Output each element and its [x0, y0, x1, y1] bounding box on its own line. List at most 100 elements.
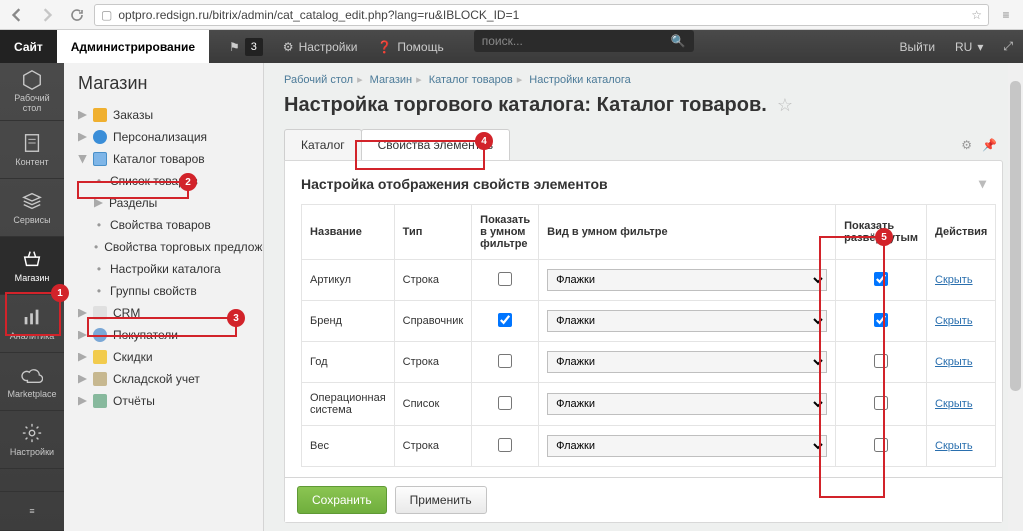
hide-link[interactable]: Скрыть — [935, 356, 973, 368]
tree-node[interactable]: Каталог товаров — [64, 148, 263, 170]
hide-link[interactable]: Скрыть — [935, 315, 973, 327]
cell-name: Вес — [302, 426, 395, 467]
settings-gear-icon[interactable]: ⚙ — [961, 138, 972, 152]
nav-analytics[interactable]: Аналитика — [0, 295, 64, 353]
hamburger-icon: ≡ — [29, 506, 34, 516]
hide-link[interactable]: Скрыть — [935, 398, 973, 410]
apply-button[interactable]: Применить — [395, 486, 487, 514]
chevron-down-icon[interactable]: ▾ — [979, 175, 986, 192]
crumb[interactable]: Каталог товаров — [429, 74, 513, 86]
nav-services[interactable]: Сервисы — [0, 179, 64, 237]
tabs: Каталог Свойства элементов ⚙ 📌 — [264, 129, 1023, 160]
tree-node[interactable]: Скидки — [64, 346, 263, 368]
tree-twisty-icon[interactable] — [78, 111, 87, 120]
folder-icon — [93, 328, 107, 342]
tree-node[interactable]: CRM — [64, 302, 263, 324]
tree-node[interactable]: •Группы свойств — [64, 280, 263, 302]
th-type: Тип — [394, 205, 472, 260]
cell-smartview: Флажки — [539, 342, 836, 383]
save-button[interactable]: Сохранить — [297, 486, 387, 514]
left-icon-bar: Рабочий стол Контент Сервисы Магазин Ана… — [0, 63, 64, 531]
nav-desktop[interactable]: Рабочий стол — [0, 63, 64, 121]
smartfilter-checkbox[interactable] — [498, 272, 512, 286]
tree-twisty-icon[interactable] — [78, 155, 87, 164]
folder-icon — [93, 108, 107, 122]
tree-twisty-icon[interactable] — [78, 331, 87, 340]
pin-icon[interactable]: 📌 — [982, 138, 997, 152]
tab-element-properties[interactable]: Свойства элементов — [361, 129, 511, 160]
notifications-button[interactable]: ⚑ 3 — [219, 30, 273, 63]
tree-node[interactable]: Заказы — [64, 104, 263, 126]
crumb[interactable]: Магазин — [370, 74, 412, 86]
expanded-checkbox[interactable] — [874, 354, 888, 368]
tree-twisty-icon[interactable] — [78, 397, 87, 406]
help-icon: ❓ — [377, 40, 392, 54]
search-placeholder: поиск... — [482, 34, 523, 48]
nav-marketplace[interactable]: Marketplace — [0, 353, 64, 411]
tree-twisty-icon[interactable] — [94, 199, 103, 208]
tree-node[interactable]: Персонализация — [64, 126, 263, 148]
expanded-checkbox[interactable] — [874, 396, 888, 410]
tree-node[interactable]: Отчёты — [64, 390, 263, 412]
nav-shop[interactable]: Магазин — [0, 237, 64, 295]
crumb[interactable]: Рабочий стол — [284, 74, 353, 86]
tree-node[interactable]: •Список товаров — [64, 170, 263, 192]
folder-icon — [93, 152, 107, 166]
nav-settings[interactable]: Настройки — [0, 411, 64, 469]
smartfilter-checkbox[interactable] — [498, 438, 512, 452]
maximize-icon[interactable]: ⤢ — [993, 39, 1023, 54]
smartfilter-view-select[interactable]: Флажки — [547, 351, 827, 373]
tree-node[interactable]: •Настройки каталога — [64, 258, 263, 280]
url-text: optpro.redsign.ru/bitrix/admin/cat_catal… — [118, 8, 519, 22]
tree-twisty-icon[interactable] — [78, 309, 87, 318]
smartfilter-view-select[interactable]: Флажки — [547, 435, 827, 457]
favorite-star-icon[interactable]: ☆ — [777, 95, 793, 116]
site-button[interactable]: Сайт — [0, 30, 57, 63]
tree-node[interactable]: Покупатели — [64, 324, 263, 346]
hide-link[interactable]: Скрыть — [935, 274, 973, 286]
collapse-leftbar[interactable]: ≡ — [0, 491, 64, 531]
panel: Настройка отображения свойств элементов … — [284, 160, 1003, 523]
vertical-scrollbar[interactable] — [1008, 63, 1023, 531]
table-row: АртикулСтрокаФлажкиСкрыть — [302, 260, 996, 301]
tree-node[interactable]: Складской учет — [64, 368, 263, 390]
tree-twisty-icon[interactable] — [78, 133, 87, 142]
bookmark-star-icon[interactable]: ☆ — [971, 8, 982, 22]
tree-twisty-icon[interactable] — [78, 375, 87, 384]
crumb[interactable]: Настройки каталога — [529, 74, 631, 86]
global-search[interactable]: поиск... 🔍 — [474, 30, 694, 52]
settings-link[interactable]: ⚙ Настройки — [273, 30, 368, 63]
th-name: Название — [302, 205, 395, 260]
nav-content[interactable]: Контент — [0, 121, 64, 179]
smartfilter-checkbox[interactable] — [498, 313, 512, 327]
expanded-checkbox[interactable] — [874, 272, 888, 286]
browser-menu-icon[interactable]: ≡ — [993, 3, 1019, 27]
tree-node[interactable]: •Свойства товаров — [64, 214, 263, 236]
admin-tab[interactable]: Администрирование — [57, 30, 209, 63]
th-smartshow: Показать в умном фильтре — [472, 205, 539, 260]
smartfilter-checkbox[interactable] — [498, 354, 512, 368]
tree-label: Настройки каталога — [110, 262, 221, 276]
chart-icon — [21, 306, 43, 328]
forward-button[interactable] — [34, 3, 60, 27]
smartfilter-checkbox[interactable] — [498, 396, 512, 410]
url-bar[interactable]: ▢ optpro.redsign.ru/bitrix/admin/cat_cat… — [94, 4, 989, 26]
help-link[interactable]: ❓ Помощь — [367, 30, 453, 63]
reload-button[interactable] — [64, 3, 90, 27]
smartfilter-view-select[interactable]: Флажки — [547, 310, 827, 332]
cell-smartview: Флажки — [539, 383, 836, 426]
tree-node[interactable]: Разделы — [64, 192, 263, 214]
tree-node[interactable]: •Свойства торговых предложений — [64, 236, 263, 258]
expanded-checkbox[interactable] — [874, 438, 888, 452]
smartfilter-view-select[interactable]: Флажки — [547, 393, 827, 415]
hide-link[interactable]: Скрыть — [935, 440, 973, 452]
expanded-checkbox[interactable] — [874, 313, 888, 327]
table-row: ГодСтрокаФлажкиСкрыть — [302, 342, 996, 383]
tab-catalog[interactable]: Каталог — [284, 129, 362, 160]
tree-label: Список товаров — [110, 174, 198, 188]
back-button[interactable] — [4, 3, 30, 27]
logout-link[interactable]: Выйти — [889, 40, 945, 54]
lang-switcher[interactable]: RU ▾ — [945, 40, 993, 54]
smartfilter-view-select[interactable]: Флажки — [547, 269, 827, 291]
tree-twisty-icon[interactable] — [78, 353, 87, 362]
